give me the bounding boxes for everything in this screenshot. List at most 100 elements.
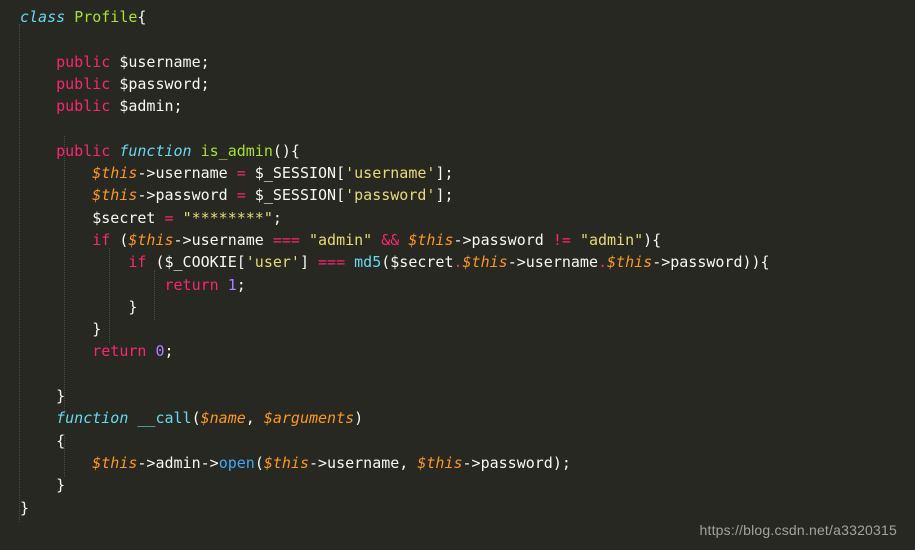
code-line: } <box>0 497 915 519</box>
code-token-plain: ; <box>272 208 282 227</box>
code-token-str: "admin" <box>309 230 373 249</box>
code-token-plain: ->password <box>137 186 237 205</box>
code-screenshot: class Profile{ public $username; public … <box>0 0 915 550</box>
code-token-kw: public <box>56 141 111 160</box>
code-token-num: 1 <box>227 275 237 294</box>
code-line: { <box>0 430 915 452</box>
code-token-plain: $username; <box>110 52 210 71</box>
code-token-var: $this <box>92 186 138 205</box>
code-line: $secret = "********"; <box>0 207 915 229</box>
code-token-op: === <box>272 230 300 249</box>
code-token-str: 'password' <box>345 186 436 205</box>
code-token-op: . <box>598 253 608 272</box>
code-token-fname: __call <box>137 409 192 428</box>
code-token-str: "admin" <box>579 230 644 249</box>
code-token-str: "********" <box>182 208 273 227</box>
code-token-plain: ->password); <box>462 453 571 472</box>
code-line: } <box>0 474 915 496</box>
watermark: https://blog.csdn.net/a3320315 <box>699 522 897 538</box>
code-token-entity: is_admin <box>200 141 273 160</box>
code-token-plain: } <box>20 297 138 316</box>
code-token-var: $this <box>128 230 174 249</box>
code-token-call: md5 <box>354 253 382 272</box>
code-token-plain: } <box>20 498 30 517</box>
code-token-plain: ( <box>191 409 201 428</box>
code-line: if ($this->username === "admin" && $this… <box>0 229 915 251</box>
code-line: } <box>0 296 915 318</box>
code-token-plain: $password; <box>110 74 210 93</box>
code-token-plain: { <box>20 431 66 450</box>
code-token-op: = <box>236 164 246 183</box>
code-token-kw: if <box>128 253 147 272</box>
code-token-plain: { <box>137 8 147 26</box>
code-line: $this->admin->open($this->username, $thi… <box>0 452 915 474</box>
code-token-plain: } <box>20 320 102 339</box>
code-line: $this->password = $_SESSION['password']; <box>0 184 915 206</box>
code-token-str: 'username' <box>345 164 436 183</box>
code-token-plain: ->password)){ <box>652 253 770 272</box>
code-line: public $password; <box>0 73 915 95</box>
code-token-var: $this <box>408 230 454 249</box>
code-token-kw: public <box>56 97 111 116</box>
code-token-plain: ->username <box>173 230 273 249</box>
code-token-plain: , <box>245 409 264 428</box>
code-token-op: . <box>453 253 463 272</box>
code-token-plain: ->admin-> <box>137 453 219 472</box>
code-token-method: open <box>218 453 255 472</box>
code-token-var: $arguments <box>263 409 355 428</box>
code-token-kw: public <box>56 74 111 93</box>
code-token-plain: ->username <box>507 253 598 272</box>
code-token-plain: ( <box>110 230 129 249</box>
code-token-op: && <box>381 230 400 249</box>
code-token-var: $this <box>462 253 508 272</box>
code-token-kw: return <box>92 342 147 361</box>
code-token-var: $this <box>92 453 138 472</box>
code-token-var: $name <box>200 409 246 428</box>
code-token-var: $this <box>417 453 463 472</box>
code-line: function __call($name, $arguments) <box>0 407 915 429</box>
code-line: public $username; <box>0 51 915 73</box>
code-token-var: $this <box>263 453 309 472</box>
code-token-plain: ->username, <box>309 453 418 472</box>
code-token-op: != <box>552 230 571 249</box>
code-line: class Profile{ <box>0 6 915 28</box>
code-token-plain: ->username <box>137 164 237 183</box>
code-line: return 1; <box>0 274 915 296</box>
code-token-plain: ->password <box>453 230 553 249</box>
code-line: public function is_admin(){ <box>0 140 915 162</box>
code-token-entity: Profile <box>74 8 138 26</box>
code-line: return 0; <box>0 340 915 362</box>
code-line: } <box>0 385 915 407</box>
code-token-plain: $admin; <box>110 97 183 116</box>
code-token-plain: $secret <box>92 208 165 227</box>
code-token-plain: ; <box>236 275 246 294</box>
code-token-op: === <box>318 253 346 272</box>
code-token-plain: ($secret <box>381 253 454 272</box>
code-line: if ($_COOKIE['user'] === md5($secret.$th… <box>0 251 915 273</box>
code-token-plain: ) <box>354 409 364 428</box>
code-token-plain: $_SESSION[ <box>245 164 346 183</box>
code-token-plain: ] <box>299 253 319 272</box>
